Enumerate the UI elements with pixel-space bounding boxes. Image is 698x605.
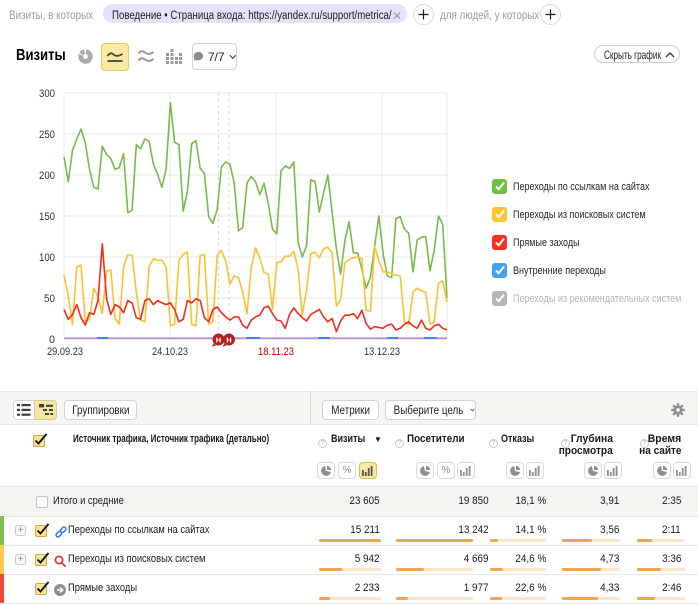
svg-text:250: 250 <box>39 129 55 141</box>
svg-text:150: 150 <box>39 211 55 223</box>
svg-text:50: 50 <box>44 293 55 305</box>
svg-text:18.11.23: 18.11.23 <box>258 346 294 358</box>
svg-text:24.10.23: 24.10.23 <box>152 346 188 358</box>
svg-text:300: 300 <box>39 88 55 100</box>
svg-text:0: 0 <box>49 334 55 346</box>
svg-text:Н: Н <box>226 335 231 344</box>
svg-text:200: 200 <box>39 170 55 182</box>
svg-text:Н: Н <box>216 335 221 344</box>
svg-text:13.12.23: 13.12.23 <box>364 346 400 358</box>
svg-text:29.09.23: 29.09.23 <box>47 346 83 358</box>
svg-text:100: 100 <box>39 252 55 264</box>
